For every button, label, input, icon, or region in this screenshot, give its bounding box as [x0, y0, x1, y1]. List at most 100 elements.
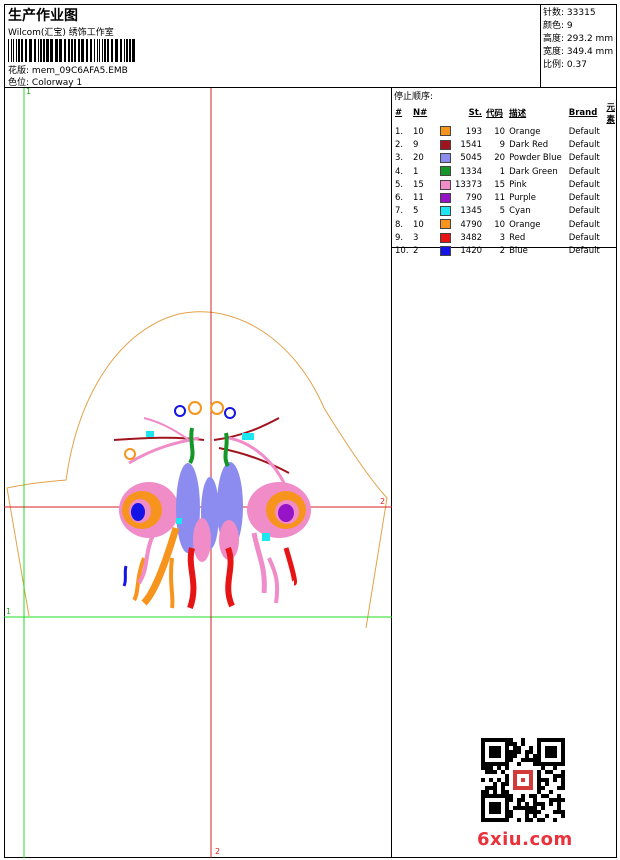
color-row-stitches: 790: [465, 193, 483, 204]
stat-stitches: 针数: 33315: [543, 8, 596, 18]
color-row-index: 10.: [395, 246, 409, 257]
color-row-stitches: 1345: [460, 206, 483, 217]
color-swatch: [439, 206, 451, 217]
flower-right-center: [278, 504, 294, 522]
color-row-code: 10: [494, 219, 506, 230]
color-row: 1. 10 193 10 Orange Default: [393, 125, 617, 138]
colorway-line: 色位: Colorway 1: [8, 75, 82, 88]
col-brand: Brand: [568, 108, 598, 118]
color-row-needle: 10: [412, 126, 424, 137]
guide-label-v2: 2: [215, 847, 221, 856]
color-sequence-panel: 停止顺序: # N# St. 代码 描述 Brand 元素 1. 10 193 10 O…: [392, 88, 617, 256]
feather-red-1: [187, 547, 197, 610]
color-row-stitches: 1334: [460, 166, 483, 177]
accent-cyan-3: [262, 533, 270, 541]
color-row-description: Purple: [509, 193, 536, 204]
color-table: # N# St. 代码 描述 Brand 元素 1. 10 193 10 Orange D…: [393, 101, 617, 258]
garment-outline: [6, 311, 388, 629]
color-row-needle: 11: [412, 193, 424, 204]
accent-cyan-4: [176, 518, 182, 524]
color-row-swatch: [438, 125, 453, 138]
header-info: 生产作业图 Wilcom(汇宝) 绣饰工作室 花版: mem_09C6AFA5.…: [4, 4, 541, 88]
design-preview: 1 1 2 2: [4, 87, 392, 858]
color-row: 7. 5 1345 5 Cyan Default: [393, 205, 617, 218]
color-swatch: [439, 219, 451, 230]
feather-red-2: [225, 546, 235, 608]
color-row-stitches: 1541: [460, 139, 483, 150]
stats-panel: 针数: 33315 颜色: 9 高度: 293.2 mm 宽度: 349.4 m…: [540, 4, 617, 88]
color-row-element: [604, 125, 617, 138]
color-row-stitches: 13373: [454, 179, 483, 190]
color-row: 6. 11 790 11 Purple Default: [393, 191, 617, 204]
leaf-green-2: [223, 432, 230, 468]
flower-left-center: [131, 503, 145, 521]
color-swatch: [439, 232, 451, 243]
color-swatch: [439, 126, 451, 137]
color-row-code: 1: [499, 166, 506, 177]
color-row-description: Red: [509, 233, 526, 244]
color-row: 9. 3 3482 3 Red Default: [393, 231, 617, 244]
color-row-element: [604, 245, 617, 258]
guide-label-h2: 2: [380, 497, 386, 506]
color-row-description: Cyan: [509, 206, 531, 217]
accent-cyan-2: [242, 433, 254, 440]
color-row-code: 9: [499, 139, 506, 150]
color-row-element: [604, 165, 617, 178]
color-row: 2. 9 1541 9 Dark Red Default: [393, 138, 617, 151]
color-row-element: [604, 152, 617, 165]
color-row-index: 9.: [395, 233, 404, 244]
color-row-index: 4.: [395, 166, 404, 177]
color-row-description: Blue: [509, 246, 528, 257]
accent-cyan-1: [146, 431, 154, 437]
stat-height: 高度: 293.2 mm: [543, 34, 614, 44]
color-row-swatch: [438, 218, 453, 231]
col-stitches: St.: [468, 108, 483, 118]
swirl-orange-1: [188, 401, 202, 415]
color-row-code: 11: [494, 193, 506, 204]
color-row-element: [604, 231, 617, 244]
color-row-index: 5.: [395, 179, 404, 190]
color-swatch: [439, 192, 451, 203]
color-swatch: [439, 166, 451, 177]
color-row-index: 8.: [395, 219, 404, 230]
color-row-brand: Default: [568, 219, 600, 230]
color-row-element: [604, 205, 617, 218]
color-row-element: [604, 178, 617, 191]
color-row-needle: 15: [412, 179, 424, 190]
guide-label-v1: 1: [26, 87, 32, 96]
sheet-title: 生产作业图: [8, 8, 78, 24]
color-row-brand: Default: [568, 246, 600, 257]
color-row-description: Dark Red: [509, 139, 549, 150]
color-row-code: 3: [499, 233, 506, 244]
color-row-index: 3.: [395, 153, 404, 164]
col-code: 代码: [486, 109, 504, 119]
color-row-element: [604, 191, 617, 204]
color-swatch: [439, 152, 451, 163]
color-row-code: 10: [494, 126, 506, 137]
color-row-swatch: [438, 245, 453, 258]
color-row-description: Powder Blue: [509, 153, 562, 164]
color-row-brand: Default: [568, 166, 600, 177]
color-swatch: [439, 246, 451, 257]
col-index: #: [395, 108, 403, 118]
color-row-brand: Default: [568, 206, 600, 217]
color-row-swatch: [438, 205, 453, 218]
color-swatch: [439, 179, 451, 190]
color-table-header: # N# St. 代码 描述 Brand 元素: [393, 101, 617, 125]
color-row-brand: Default: [568, 139, 600, 150]
color-row-brand: Default: [568, 153, 600, 164]
color-row-index: 6.: [395, 193, 404, 204]
color-row-needle: 3: [412, 233, 419, 244]
colorway-value: Colorway 1: [31, 78, 83, 88]
color-row-stitches: 193: [465, 126, 483, 137]
color-row-element: [604, 138, 617, 151]
leaf-orange-2: [169, 557, 175, 609]
color-row-needle: 20: [412, 153, 424, 164]
watermark: 6xiu.com: [477, 829, 573, 850]
color-row-description: Dark Green: [509, 166, 558, 177]
color-row-description: Orange: [509, 219, 541, 230]
stat-width: 宽度: 349.4 mm: [543, 47, 614, 57]
barcode: [8, 39, 135, 62]
color-row-brand: Default: [568, 233, 600, 244]
color-row-stitches: 1420: [460, 246, 483, 257]
